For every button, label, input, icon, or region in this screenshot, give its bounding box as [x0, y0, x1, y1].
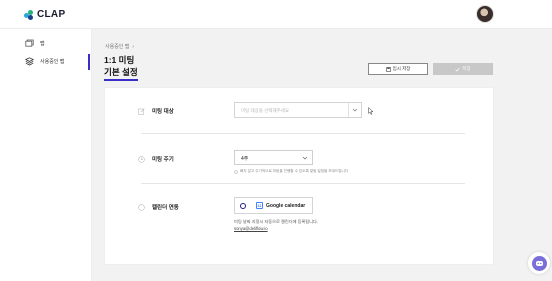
- google-calendar-option[interactable]: 31 Google calendar: [234, 197, 313, 214]
- tab-basic-settings[interactable]: 기본 설정: [104, 66, 138, 81]
- breadcrumb: 사용중인 맵 ›: [105, 43, 135, 51]
- save-icon: [385, 66, 391, 72]
- save-label: 저장: [462, 66, 471, 71]
- layers-icon: [25, 57, 34, 66]
- cycle-select[interactable]: 4주: [234, 150, 313, 165]
- calendar-email-link[interactable]: sonya@deliflow.io: [234, 226, 268, 231]
- map-icon: [25, 39, 34, 48]
- page-title: 1:1 미팅: [104, 55, 135, 65]
- active-indicator: [88, 54, 90, 70]
- calendar-label: 캘린더 연동: [152, 205, 179, 211]
- temp-save-label: 임시 저장: [392, 66, 411, 71]
- user-avatar[interactable]: [476, 5, 494, 23]
- calendar-description: 미팅 날짜 지정시 자동으로 캘린더에 등록됩니다.: [234, 219, 319, 224]
- sidebar-item-active-map[interactable]: 사용중인 맵: [25, 57, 64, 66]
- breadcrumb-item[interactable]: 사용중인 맵: [105, 43, 129, 50]
- sidebar-item-map[interactable]: 맵: [25, 39, 45, 48]
- chat-bot-icon: [531, 255, 547, 271]
- logo-text: CLAP: [37, 9, 66, 20]
- target-placeholder: 미팅 대상을 선택해주세요: [241, 108, 290, 113]
- row-divider: [141, 133, 465, 134]
- cycle-row-label: 미팅 주기: [138, 155, 174, 163]
- top-bar: CLAP: [0, 0, 552, 29]
- cycle-hint-text: 빠지 않고 주기적으로 미팅을 진행할 수 있도록 알림 일정을 보내드립니다: [240, 169, 349, 173]
- chat-button[interactable]: [528, 252, 550, 274]
- chevron-down-icon: [302, 156, 308, 160]
- calendar-icon: [138, 203, 145, 211]
- temp-save-button[interactable]: 임시 저장: [368, 63, 428, 75]
- target-select[interactable]: 미팅 대상을 선택해주세요: [234, 102, 362, 118]
- main-content: 사용중인 맵 › 1:1 미팅 기본 설정 임시 저장 저장 미팅 대상 미팅 …: [92, 29, 552, 281]
- cycle-label: 미팅 주기: [152, 157, 174, 163]
- edit-icon: [138, 107, 145, 115]
- cycle-hint: 빠지 않고 주기적으로 미팅을 진행할 수 있도록 알림 일정을 보내드립니다: [234, 169, 348, 174]
- chevron-down-icon: [352, 108, 358, 112]
- mouse-cursor-icon: [368, 107, 374, 115]
- calendar-radio[interactable]: [240, 203, 246, 209]
- app-root: CLAP 맵 사용중인 맵 사용중인 맵 › 1:1 미팅 기본 설정 임시 저…: [0, 0, 552, 281]
- target-row-label: 미팅 대상: [138, 107, 174, 115]
- cycle-value: 4주: [241, 156, 249, 162]
- target-label: 미팅 대상: [152, 109, 174, 115]
- logo-mark-icon: [24, 9, 34, 20]
- select-divider: [348, 103, 349, 117]
- sidebar-item-label: 사용중인 맵: [40, 59, 65, 65]
- sidebar-item-label: 맵: [40, 41, 45, 47]
- sidebar: 맵 사용중인 맵: [0, 29, 92, 281]
- clock-icon: [138, 155, 145, 163]
- save-button[interactable]: 저장: [433, 63, 493, 75]
- info-icon: [234, 169, 238, 174]
- google-calendar-icon: 31: [256, 202, 263, 209]
- row-divider: [141, 183, 465, 184]
- check-icon: [455, 67, 461, 72]
- calendar-row-label: 캘린더 연동: [138, 203, 179, 211]
- logo[interactable]: CLAP: [24, 9, 65, 20]
- google-calendar-label: Google calendar: [266, 203, 306, 209]
- breadcrumb-separator: ›: [132, 43, 135, 50]
- settings-card: 미팅 대상 미팅 대상을 선택해주세요 미팅 주기 4주 빠지 않고 주기적으로…: [105, 88, 493, 264]
